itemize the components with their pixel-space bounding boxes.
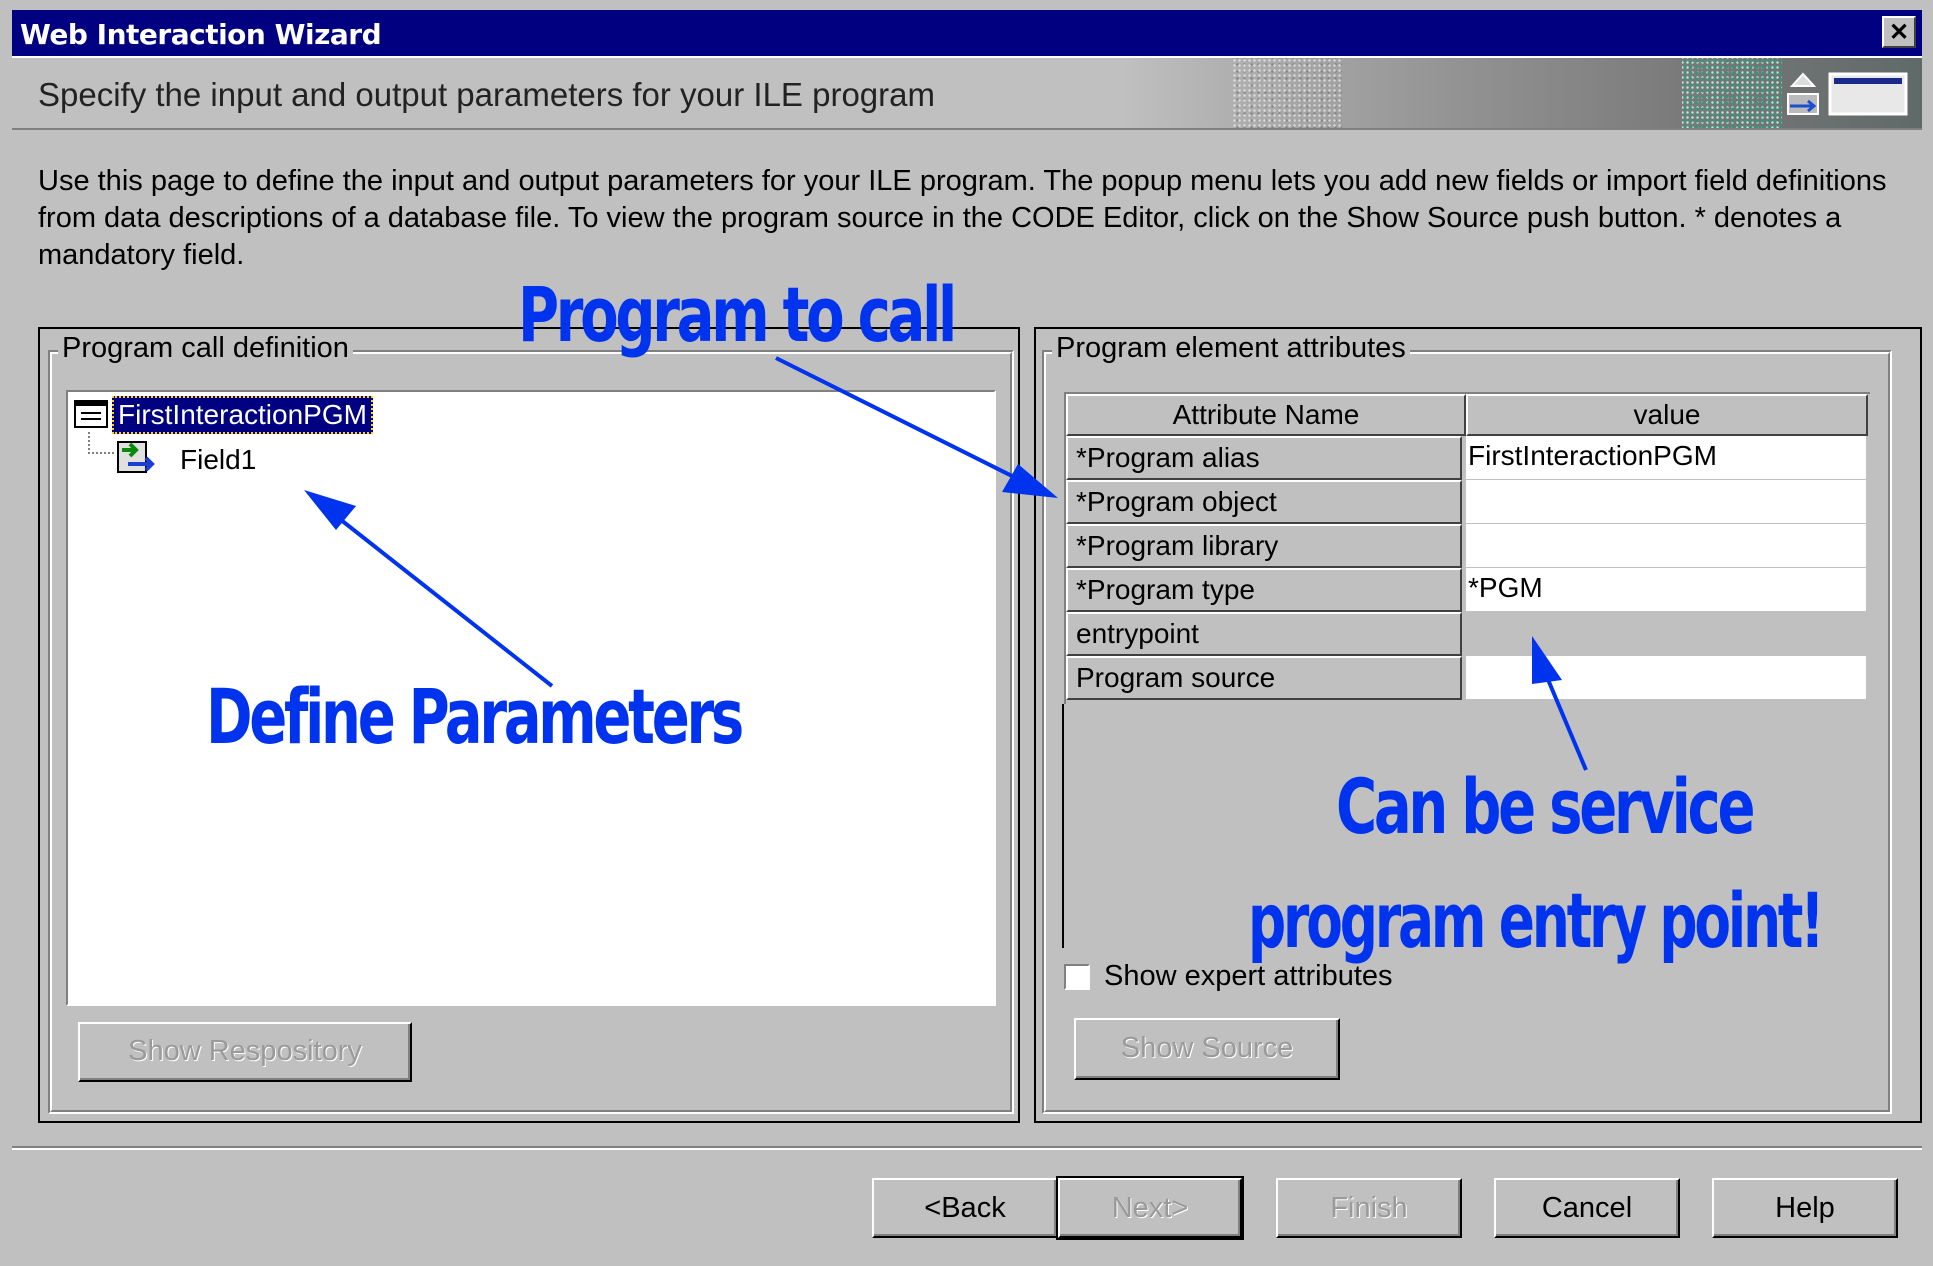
annotation-service-line1: Can be service [1336,762,1756,851]
annotation-service-line2: program entry point! [1248,876,1825,965]
annotation-define-parameters: Define Parameters [206,672,744,761]
arrow-entry-point [1532,636,1588,771]
annotation-arrows [304,356,1588,771]
annotation-program-to-call: Program to call [518,270,957,359]
arrow-define-parameters [304,490,554,688]
arrow-program-to-call [775,356,1058,498]
